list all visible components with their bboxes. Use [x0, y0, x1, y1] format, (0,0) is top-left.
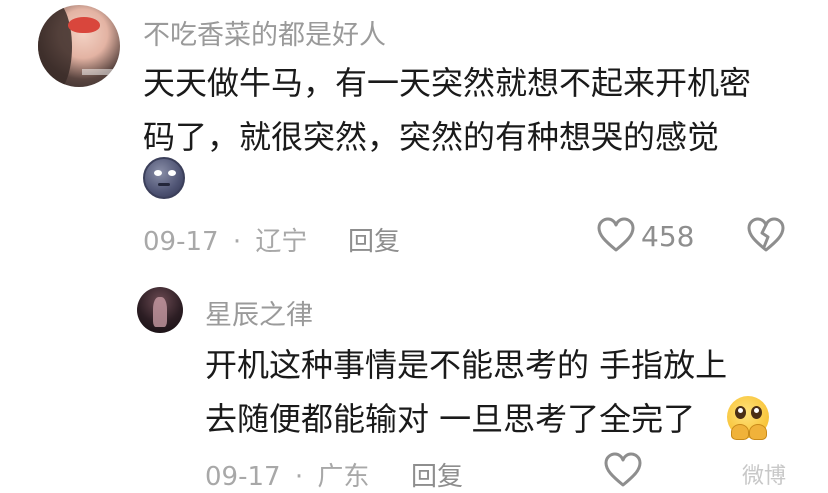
crying-face-emoji	[727, 396, 769, 440]
reply-text-line-2: 去随便都能输对 一旦思考了全完了	[205, 400, 696, 438]
meta-separator: ·	[232, 227, 242, 257]
avatar-watermark	[82, 69, 118, 75]
reply-like-button[interactable]	[604, 452, 642, 488]
like-button[interactable]	[597, 217, 635, 253]
avatar-hair	[38, 5, 72, 87]
watermark: 微博	[742, 464, 787, 489]
comment-text-line-2: 码了，就很突然，突然的有种想哭的感觉	[143, 118, 720, 156]
avatar-lips	[68, 17, 100, 33]
comment-date: 09-17	[143, 227, 219, 257]
comment-meta: 09-17 · 辽宁	[143, 221, 307, 258]
reply-username[interactable]: 星辰之律	[205, 293, 313, 332]
meta-separator: ·	[294, 462, 304, 492]
reply-text-line-1: 开机这种事情是不能思考的 手指放上	[205, 346, 728, 384]
comment-location: 辽宁	[255, 227, 308, 257]
like-count: 458	[641, 220, 695, 253]
comment-username[interactable]: 不吃香菜的都是好人	[143, 13, 386, 52]
avatar[interactable]	[38, 5, 120, 87]
reply-location: 广东	[317, 462, 370, 492]
reply-avatar[interactable]	[137, 287, 183, 333]
reply-button[interactable]: 回复	[348, 221, 400, 258]
comment-text-line-1: 天天做牛马，有一天突然就想不起来开机密	[143, 64, 752, 102]
reply-date: 09-17	[205, 462, 281, 492]
heart-outline-icon	[604, 452, 642, 487]
broken-heart-icon	[747, 217, 785, 252]
dislike-button[interactable]	[747, 217, 785, 253]
new-moon-face-emoji	[143, 157, 185, 199]
reply-reply-button[interactable]: 回复	[411, 456, 463, 493]
avatar-figure	[153, 297, 167, 327]
reply-meta: 09-17 · 广东	[205, 456, 369, 493]
heart-outline-icon	[597, 217, 635, 252]
